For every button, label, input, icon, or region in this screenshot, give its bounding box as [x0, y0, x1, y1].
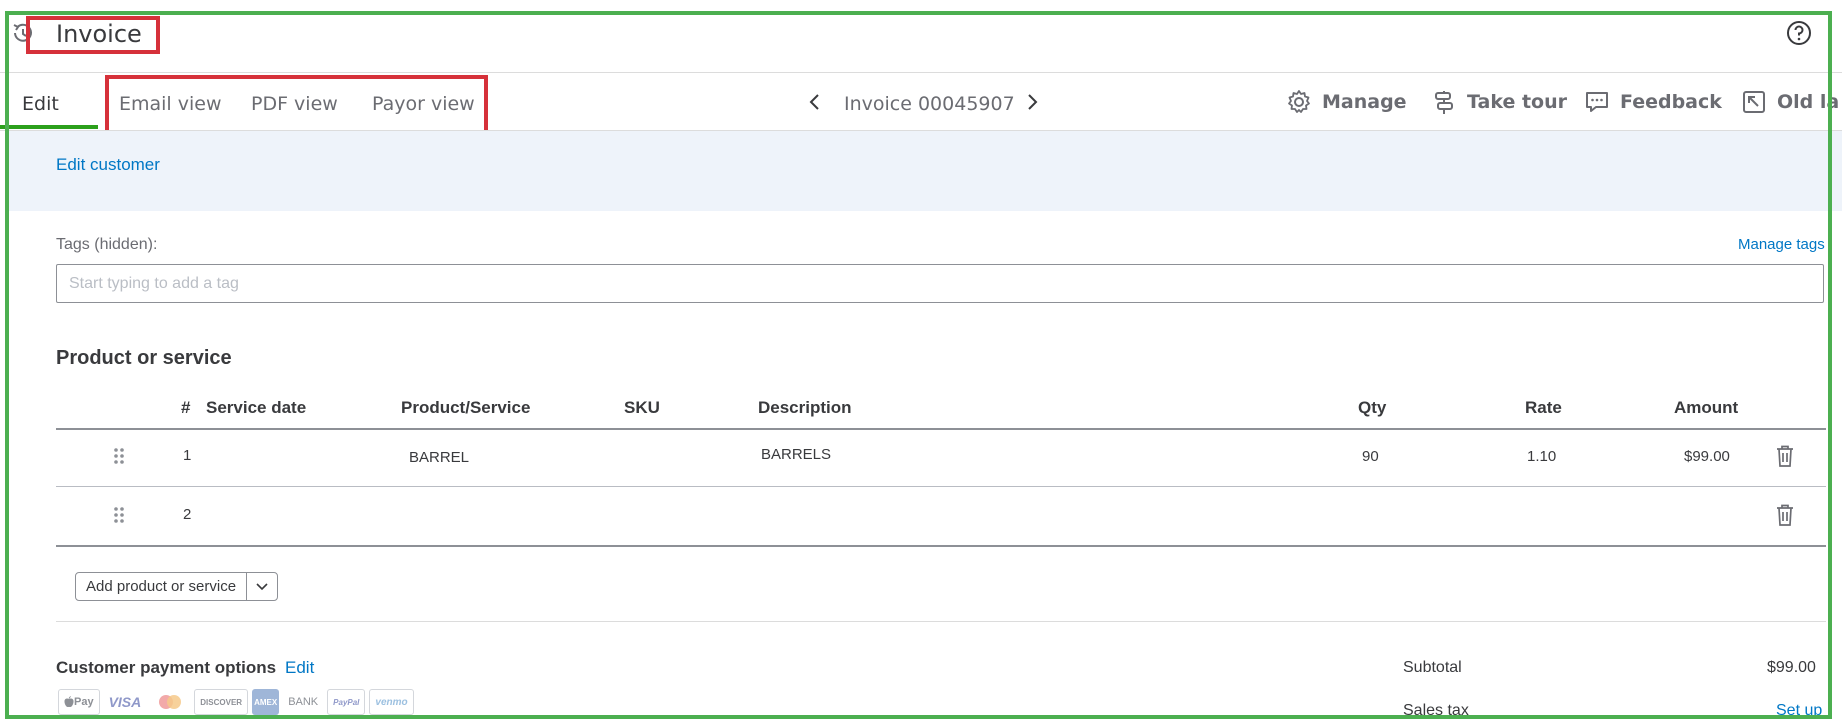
column-header-description: Description — [758, 398, 852, 417]
add-product-split-button: Add product or service — [75, 572, 279, 601]
old-layout-button[interactable]: Old la — [1741, 89, 1839, 115]
edit-customer-link[interactable]: Edit customer — [56, 155, 160, 175]
manage-button[interactable]: Manage — [1286, 89, 1407, 115]
amex-icon: AMEX — [252, 689, 280, 715]
tab-payor-view[interactable]: Payor view — [372, 93, 475, 115]
gear-icon — [1288, 90, 1310, 113]
add-product-dropdown[interactable] — [247, 573, 277, 600]
discover-icon: DISCOVER — [194, 689, 249, 715]
invoice-number: Invoice 00045907 — [844, 93, 1015, 115]
product-cell[interactable]: BARREL — [409, 449, 469, 466]
feedback-label: Feedback — [1620, 91, 1722, 113]
column-header-num: # — [181, 398, 191, 417]
description-cell[interactable]: BARRELS — [761, 446, 831, 463]
row-number: 2 — [183, 506, 192, 523]
old-layout-label: Old la — [1777, 91, 1840, 113]
tab-toolbar: Edit Email view PDF view Payor view Invo… — [0, 73, 1842, 135]
rate-cell[interactable]: 1.10 — [1527, 448, 1556, 465]
visa-icon: VISA — [103, 689, 147, 715]
tab-edit[interactable]: Edit — [22, 93, 59, 115]
active-tab-indicator — [0, 125, 98, 129]
sales-tax-setup-link[interactable]: Set up — [1776, 702, 1822, 720]
feedback-button[interactable]: Feedback — [1584, 89, 1722, 115]
drag-handle-icon[interactable] — [112, 506, 126, 524]
payment-method-icons: Pay VISA DISCOVER AMEX BANK PayPal venmo — [58, 689, 414, 715]
take-tour-label: Take tour — [1467, 91, 1567, 113]
product-section-title: Product or service — [56, 347, 232, 369]
apple-logo-icon — [64, 696, 74, 708]
divider — [56, 621, 1826, 622]
row-divider — [56, 486, 1826, 487]
tags-label: Tags (hidden): — [56, 236, 158, 253]
trash-icon[interactable] — [1774, 503, 1796, 527]
column-header-service-date: Service date — [206, 398, 307, 417]
trash-icon[interactable] — [1774, 444, 1796, 468]
chevron-right-icon[interactable] — [1022, 91, 1042, 113]
help-icon[interactable] — [1786, 20, 1812, 46]
qty-cell[interactable]: 90 — [1362, 448, 1379, 465]
column-header-product: Product/Service — [401, 398, 531, 417]
column-header-rate: Rate — [1525, 398, 1562, 417]
row-number: 1 — [183, 447, 192, 464]
customer-section: Edit customer — [9, 131, 1842, 211]
title-bar: Invoice — [0, 0, 1842, 72]
paypal-icon: PayPal — [327, 689, 366, 715]
subtotal-label: Subtotal — [1403, 659, 1462, 676]
manage-tags-link[interactable]: Manage tags — [1738, 236, 1825, 253]
arrow-up-left-icon — [1743, 91, 1765, 113]
column-header-amount: Amount — [1674, 398, 1739, 417]
chat-bubble-icon — [1586, 92, 1608, 112]
chevron-down-icon — [256, 582, 268, 590]
mastercard-icon — [150, 689, 191, 715]
add-product-button[interactable]: Add product or service — [76, 573, 248, 600]
tab-pdf-view[interactable]: PDF view — [251, 93, 338, 115]
chevron-left-icon[interactable] — [805, 91, 825, 113]
page-title: Invoice — [56, 20, 142, 48]
sales-tax-label: Sales tax — [1403, 702, 1469, 719]
amount-cell[interactable]: $99.00 — [1684, 448, 1730, 465]
subtotal-value: $99.00 — [1767, 659, 1816, 676]
tab-email-view[interactable]: Email view — [119, 93, 222, 115]
table-header-divider — [56, 428, 1826, 430]
payment-options-title: Customer payment options — [56, 658, 277, 677]
table-bottom-divider — [56, 545, 1826, 547]
bank-icon: BANK — [283, 689, 324, 715]
column-header-qty: Qty — [1358, 398, 1387, 417]
manage-label: Manage — [1322, 91, 1407, 113]
venmo-icon: venmo — [369, 689, 414, 715]
column-header-sku: SKU — [624, 398, 660, 417]
drag-handle-icon[interactable] — [112, 447, 126, 465]
take-tour-button[interactable]: Take tour — [1431, 89, 1567, 115]
tags-input[interactable] — [56, 264, 1824, 303]
apple-pay-icon: Pay — [58, 689, 100, 715]
apple-pay-label: Pay — [74, 696, 94, 708]
payment-options-edit-link[interactable]: Edit — [285, 658, 314, 678]
signpost-icon — [1435, 91, 1453, 114]
